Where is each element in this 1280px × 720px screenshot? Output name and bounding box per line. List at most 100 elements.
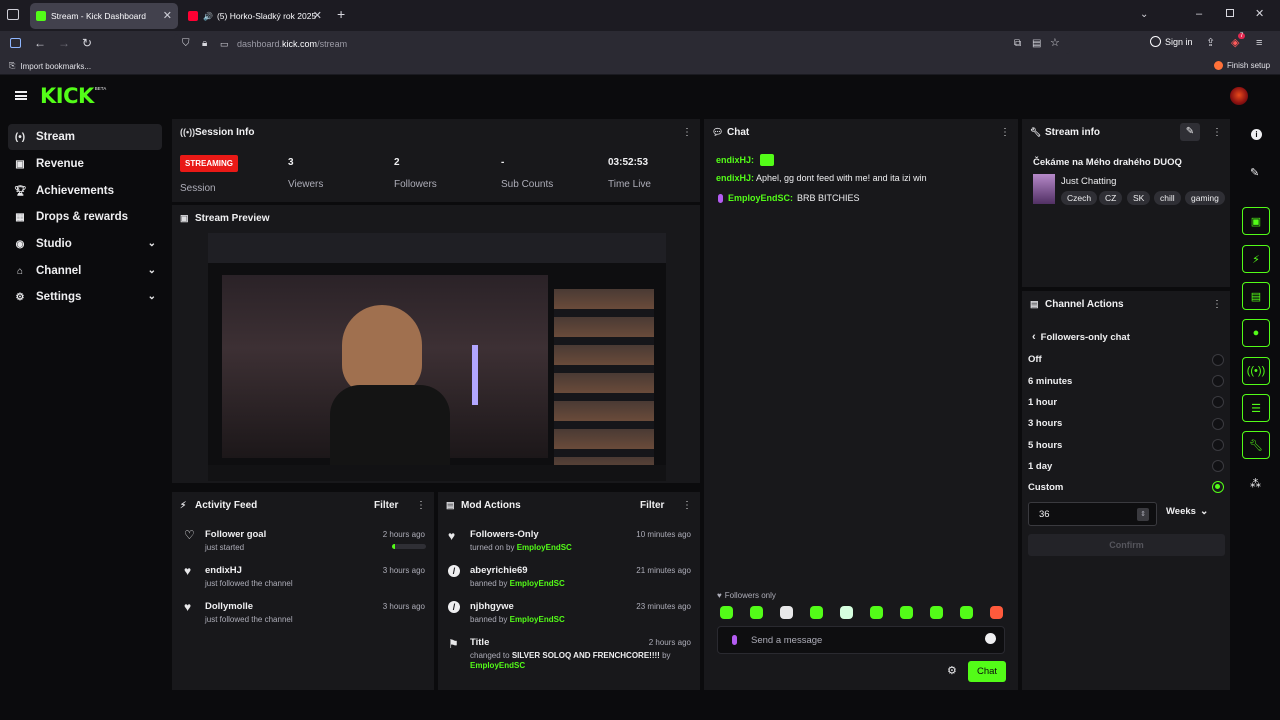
addon-icon[interactable]: ◈ (1231, 37, 1239, 49)
page-info-icon[interactable]: ▭ (220, 38, 229, 50)
sidebar-item-revenue[interactable]: ▣ Revenue (8, 151, 162, 177)
more-options-icon[interactable]: ⋮ (682, 127, 692, 138)
menu-icon[interactable]: ≡ (1256, 37, 1262, 49)
option-label[interactable]: 5 hours (1028, 440, 1062, 451)
broadcast-tool-icon[interactable]: ((•)) (1242, 357, 1270, 385)
option-label[interactable]: 6 minutes (1028, 376, 1072, 387)
close-tab-icon[interactable]: ✕ (313, 9, 322, 22)
radio-6-minutes[interactable] (1212, 375, 1224, 387)
new-tab-icon[interactable]: + (337, 7, 345, 21)
more-options-icon[interactable]: ⋮ (1000, 127, 1010, 138)
edit-icon[interactable]: ✎ (1250, 166, 1259, 179)
heart-icon: ♥ (448, 529, 456, 543)
radio-custom[interactable] (1212, 481, 1224, 493)
emote-icon[interactable] (990, 606, 1003, 619)
layout-tool-icon[interactable]: ▣ (1242, 207, 1270, 235)
option-label[interactable]: Custom (1028, 482, 1063, 493)
emote-icon[interactable] (930, 606, 943, 619)
emote-icon[interactable] (780, 606, 793, 619)
import-bookmarks-link[interactable]: ⎘ Import bookmarks... (9, 61, 91, 71)
bookmark-star-icon[interactable]: ☆ (1050, 37, 1060, 49)
chevron-down-icon: ⌄ (147, 291, 156, 302)
tab-kick-dashboard[interactable]: Stream - Kick Dashboard ✕ (30, 3, 178, 29)
more-options-icon[interactable]: ⋮ (1212, 127, 1222, 138)
finish-setup-link[interactable]: Finish setup (1214, 61, 1270, 70)
custom-duration-input[interactable]: 36 ⇕ (1028, 502, 1157, 526)
chat-settings-icon[interactable]: ⚙ (947, 664, 957, 677)
stream-video[interactable] (208, 233, 666, 481)
sidebar-item-achievements[interactable]: 🏆︎ Achievements (8, 178, 162, 204)
chevron-down-icon[interactable]: ⌄ (1140, 9, 1148, 21)
radio-5-hours[interactable] (1212, 439, 1224, 451)
emote-icon[interactable] (960, 606, 973, 619)
time-live-label: Time Live (608, 179, 651, 190)
address-bar[interactable]: ⛉ 🔒︎ ▭ dashboard.kick.com/stream ⧉ ▤ ☆ (174, 34, 1070, 54)
tab-list-icon[interactable] (7, 9, 19, 20)
duration-unit-select[interactable]: Weeks ⌄ (1166, 506, 1208, 517)
more-options-icon[interactable]: ⋮ (682, 500, 692, 511)
send-chat-button[interactable]: Chat (968, 661, 1006, 682)
option-label[interactable]: 3 hours (1028, 418, 1062, 429)
edit-stream-info-button[interactable]: ✎ (1180, 123, 1200, 141)
activity-feed-panel: ⚡︎ Activity Feed Filter ⋮ ♡ Follower goa… (172, 492, 434, 690)
sidebar-item-stream[interactable]: (•) Stream (8, 124, 162, 150)
emote-icon[interactable] (720, 606, 733, 619)
option-label[interactable]: 1 hour (1028, 397, 1057, 408)
confirm-button[interactable]: Confirm (1028, 534, 1225, 556)
option-label[interactable]: Off (1028, 354, 1042, 365)
more-options-icon[interactable]: ⋮ (1212, 299, 1222, 310)
stepper-icon[interactable]: ⇕ (1137, 508, 1149, 521)
document-tool-icon[interactable]: ▤ (1242, 282, 1270, 310)
forward-icon[interactable]: → (58, 37, 70, 49)
back-button[interactable]: ‹ Followers-only chat (1032, 331, 1130, 343)
close-window-icon[interactable]: ✕ (1255, 8, 1264, 20)
back-icon[interactable]: ← (34, 37, 46, 49)
list-tool-icon[interactable]: ☰ (1242, 394, 1270, 422)
chat-username[interactable]: endixHJ: (716, 155, 754, 165)
sidebar-item-drops[interactable]: ▦ Drops & rewards (8, 204, 162, 230)
tab-youtube[interactable]: 🔊 (5) Horko-Sladký rok 2025 ✕ (182, 3, 328, 29)
emote-icon[interactable] (840, 606, 853, 619)
chat-username[interactable]: endixHJ: (716, 173, 754, 183)
sidebar-toggle-icon[interactable] (10, 38, 21, 48)
close-tab-icon[interactable]: ✕ (163, 9, 172, 22)
emoji-picker-icon[interactable] (985, 633, 996, 644)
radio-1-hour[interactable] (1212, 396, 1224, 408)
emote-icon[interactable] (750, 606, 763, 619)
bolt-tool-icon[interactable]: ⚡︎ (1242, 245, 1270, 273)
wrench-tool-icon[interactable]: 🔧︎ (1242, 431, 1270, 459)
more-options-icon[interactable]: ⋮ (416, 500, 426, 511)
sidebar-item-settings[interactable]: ⚙ Settings ⌄ (8, 284, 162, 310)
avatar[interactable] (1230, 87, 1248, 105)
chat-username[interactable]: EmployEndSC: (728, 193, 793, 203)
radio-1-day[interactable] (1212, 460, 1224, 472)
lock-icon[interactable]: 🔒︎ (202, 38, 207, 50)
panel-header: 💬︎ Chat (712, 126, 750, 138)
hamburger-menu-icon[interactable] (15, 91, 27, 100)
screenshot-icon[interactable]: ⧉ (1014, 38, 1021, 50)
reader-view-icon[interactable]: ▤ (1032, 38, 1041, 50)
maximize-icon[interactable] (1226, 9, 1234, 17)
kick-logo[interactable]: KICK BETA (40, 84, 106, 108)
info-icon[interactable]: i (1251, 129, 1262, 140)
option-label[interactable]: 1 day (1028, 461, 1052, 472)
sidebar-item-channel[interactable]: ⌂ Channel ⌄ (8, 258, 162, 284)
minimize-icon[interactable]: – (1196, 8, 1202, 20)
sidebar-item-studio[interactable]: ◉ Studio ⌄ (8, 231, 162, 257)
filter-button[interactable]: Filter (640, 500, 664, 511)
category-name: Just Chatting (1061, 176, 1117, 187)
emote-icon[interactable] (810, 606, 823, 619)
sign-in-button[interactable]: Sign in (1150, 36, 1193, 47)
emote-icon[interactable] (900, 606, 913, 619)
emote-icon[interactable] (870, 606, 883, 619)
integrations-icon[interactable]: ⁂ (1250, 477, 1261, 490)
item-subtitle: just started (205, 543, 245, 552)
reload-icon[interactable]: ↻ (82, 37, 92, 49)
chat-input[interactable]: Send a message (717, 626, 1005, 654)
extensions-icon[interactable]: ⇪ (1206, 37, 1215, 49)
chat-tool-icon[interactable]: ● (1242, 319, 1270, 347)
radio-3-hours[interactable] (1212, 418, 1224, 430)
shield-icon[interactable]: ⛉ (182, 38, 190, 50)
radio-off[interactable] (1212, 354, 1224, 366)
filter-button[interactable]: Filter (374, 500, 398, 511)
